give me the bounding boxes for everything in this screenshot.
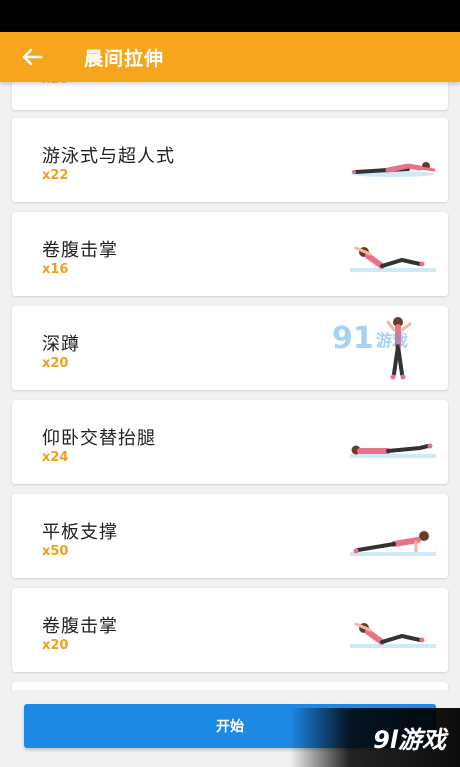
exercise-name: 仰卧交替抬腿 [42, 428, 156, 449]
exercise-name: 深蹲 [42, 334, 80, 355]
exercise-card[interactable]: 平板支撑 x50 [12, 494, 448, 578]
arrow-left-icon [22, 48, 43, 66]
exercise-card[interactable]: 卷腹击掌 x20 [12, 588, 448, 672]
exercise-reps: x24 [42, 450, 69, 465]
exercise-name: 平板支撑 [42, 522, 118, 543]
status-bar [0, 0, 460, 32]
exercise-card[interactable]: x20 [12, 82, 448, 110]
exercise-reps: x50 [42, 544, 69, 559]
exercise-name: 游泳式与超人式 [42, 146, 175, 167]
exercise-card[interactable]: 仰卧交替抬腿 x24 [12, 400, 448, 484]
exercise-illustration-icon [351, 162, 436, 177]
exercise-illustration-icon [350, 531, 436, 556]
exercise-name: 卷腹击掌 [42, 240, 118, 261]
exercise-reps: x20 [42, 356, 69, 371]
exercise-illustration-icon [350, 622, 436, 648]
exercise-reps: x20 [42, 82, 68, 87]
back-button[interactable] [4, 32, 60, 82]
exercise-name: 卷腹击掌 [42, 616, 118, 637]
watermark-text: 9l游戏 [373, 726, 446, 754]
exercise-reps: x20 [42, 638, 69, 653]
exercise-list[interactable]: x20 游泳式与超人式 x22 卷腹击掌 x16 深蹲 x20 [0, 82, 460, 767]
app-bar: 晨间拉伸 [0, 32, 460, 82]
exercise-reps: x22 [42, 168, 69, 183]
exercise-illustration-icon [350, 246, 436, 272]
exercise-card[interactable]: 卷腹击掌 x16 [12, 212, 448, 296]
watermark-logo-icon: 91 游戏 [332, 321, 408, 356]
exercise-illustration-icon [350, 443, 436, 458]
svg-text:91: 91 [332, 321, 374, 356]
svg-text:游戏: 游戏 [376, 331, 408, 350]
watermark-banner: 9l游戏 [290, 708, 460, 767]
exercise-card[interactable]: 游泳式与超人式 x22 [12, 118, 448, 202]
exercise-reps: x16 [42, 262, 69, 277]
page-title: 晨间拉伸 [84, 47, 165, 70]
